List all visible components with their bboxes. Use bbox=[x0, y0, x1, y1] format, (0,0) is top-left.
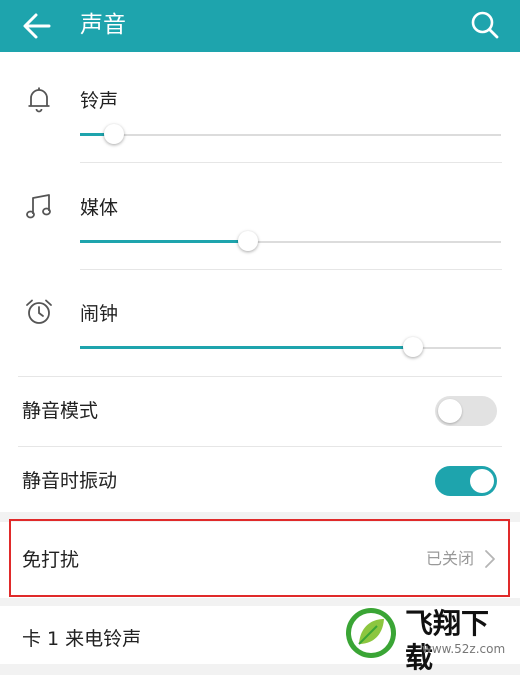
switch-knob bbox=[470, 469, 494, 493]
bell-icon bbox=[28, 87, 50, 113]
divider bbox=[18, 376, 502, 377]
silent-mode-switch[interactable] bbox=[435, 396, 497, 426]
highlight-box bbox=[9, 519, 510, 597]
vibrate-when-silent-label: 静音时振动 bbox=[22, 470, 118, 492]
sound-settings-card: 铃声 媒体 闹钟 静音模式 静音时振动 bbox=[0, 52, 520, 512]
leaf-logo-icon bbox=[346, 608, 396, 658]
divider bbox=[80, 269, 502, 270]
sim1-ringtone-label: 卡 1 来电铃声 bbox=[22, 628, 142, 650]
ringtone-volume-slider[interactable] bbox=[80, 124, 501, 146]
ringtone-volume-label: 铃声 bbox=[80, 90, 119, 112]
watermark-title: 飞翔下载 bbox=[405, 607, 490, 674]
alarm-volume-label: 闹钟 bbox=[80, 303, 119, 325]
arrow-left-icon[interactable] bbox=[22, 12, 52, 40]
slider-fill bbox=[80, 346, 413, 349]
page-title: 声音 bbox=[80, 12, 126, 38]
slider-thumb[interactable] bbox=[103, 124, 124, 144]
divider bbox=[18, 446, 502, 447]
slider-fill bbox=[80, 240, 249, 243]
divider bbox=[80, 162, 502, 163]
silent-mode-label: 静音模式 bbox=[22, 400, 99, 422]
media-volume-slider[interactable] bbox=[80, 231, 501, 253]
slider-thumb[interactable] bbox=[402, 337, 423, 357]
alarm-clock-icon bbox=[26, 299, 52, 324]
watermark-url: www.52z.com bbox=[422, 642, 506, 656]
vibrate-when-silent-switch[interactable] bbox=[435, 466, 497, 496]
media-volume-label: 媒体 bbox=[80, 197, 119, 219]
switch-knob bbox=[438, 399, 462, 423]
app-bar: 声音 bbox=[0, 0, 520, 52]
slider-thumb[interactable] bbox=[238, 231, 259, 251]
alarm-volume-slider[interactable] bbox=[80, 337, 501, 359]
search-icon[interactable] bbox=[470, 10, 500, 40]
music-note-icon bbox=[26, 194, 51, 219]
watermark: 飞翔下载 www.52z.com bbox=[342, 604, 512, 674]
